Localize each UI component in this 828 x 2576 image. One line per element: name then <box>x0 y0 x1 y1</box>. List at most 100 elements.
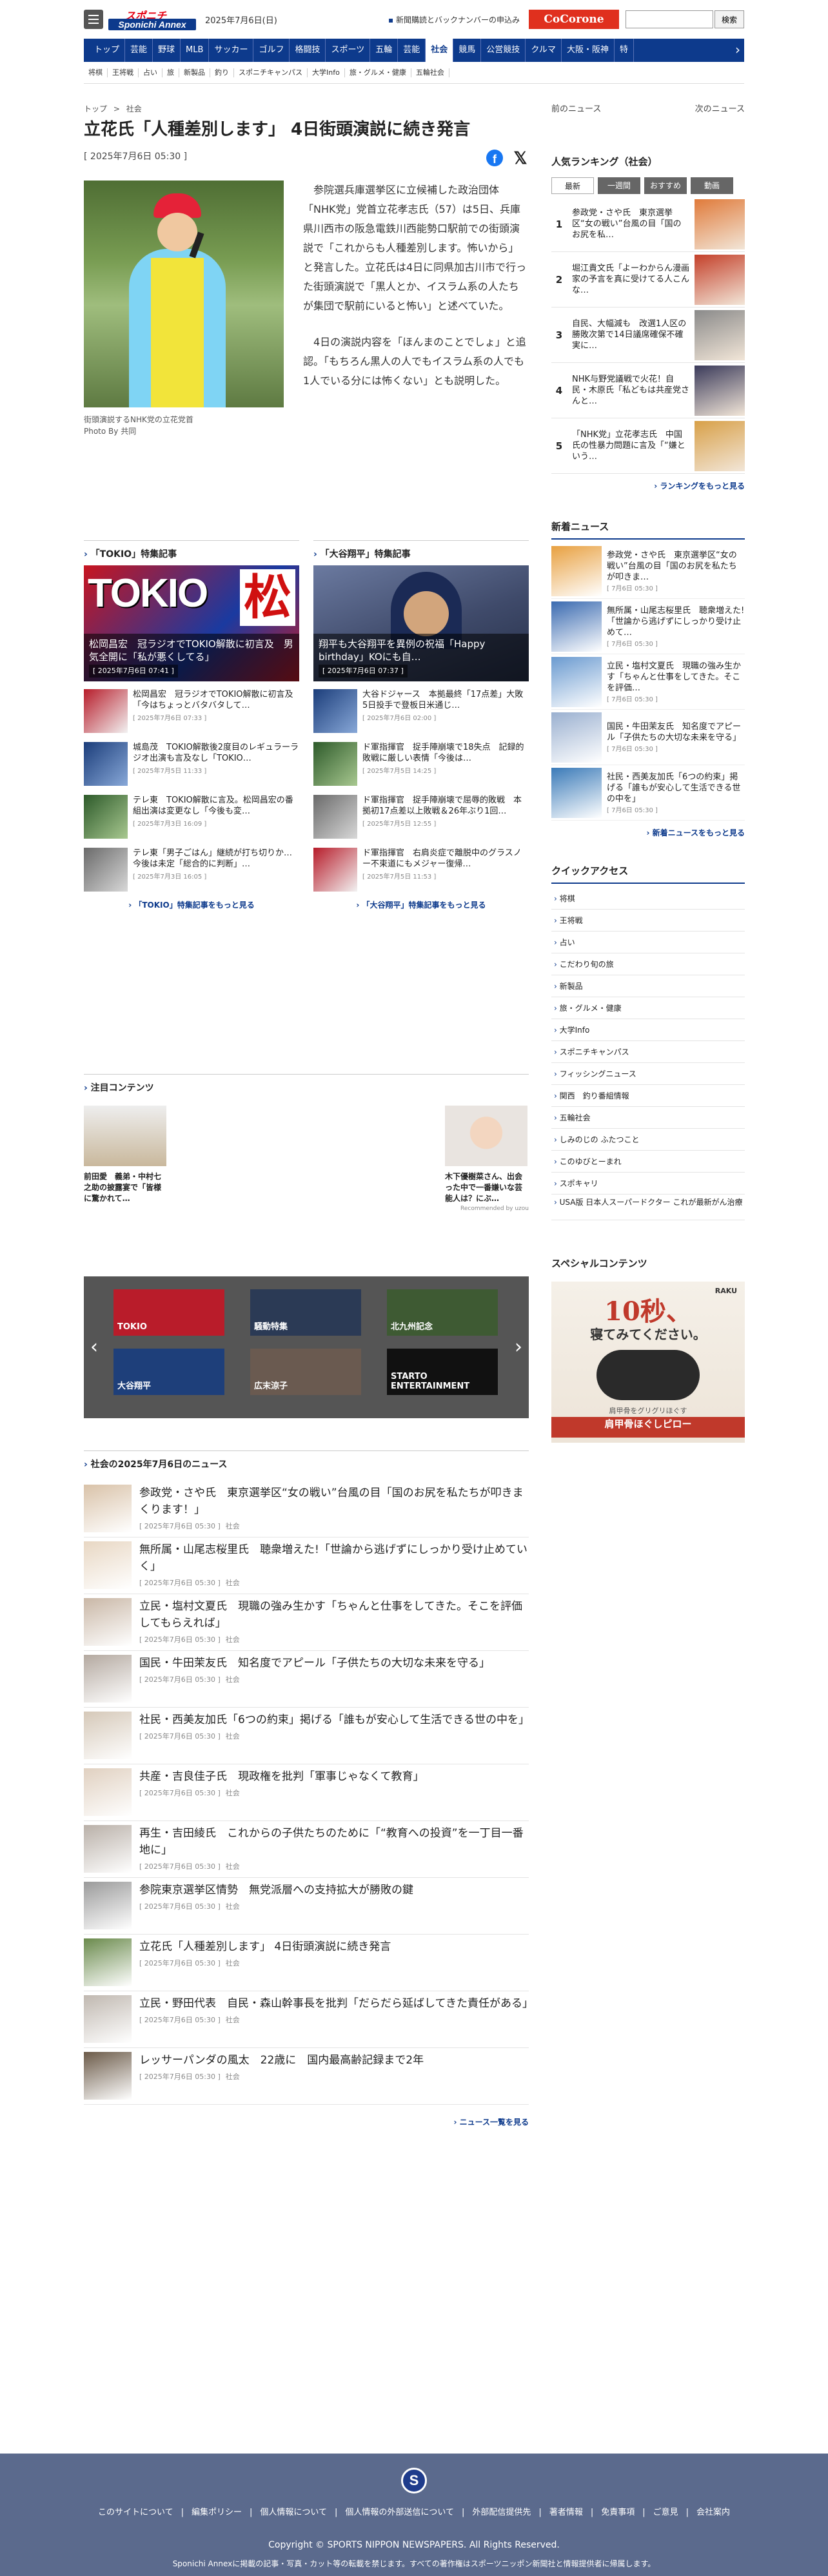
subnav-item[interactable]: 占い <box>139 68 163 77</box>
footer-link[interactable]: 外部配信提供先 <box>472 2508 531 2517</box>
subscribe-link[interactable]: 新聞購読とバックナンバーの申込み <box>388 14 520 25</box>
new-news-item[interactable]: 参政党・さや氏 東京選挙区“女の戦い”台風の目「国のお尻を私たちが叩きま… [ 7… <box>551 543 745 599</box>
news-list-link[interactable]: ニュース一覧を見る <box>84 2116 529 2127</box>
quick-access-item[interactable]: 関西 釣り番組情報 <box>551 1085 745 1107</box>
nav-item[interactable]: サッカー <box>209 39 254 62</box>
nav-item[interactable]: 社会 <box>426 39 454 62</box>
subnav-item[interactable]: 旅・グルメ・健康 <box>345 68 411 77</box>
site-logo[interactable]: スポニチ Sponichi Annex <box>108 7 196 32</box>
quick-access-item[interactable]: 五輪社会 <box>551 1107 745 1129</box>
ranking-more-link[interactable]: ランキングをもっと見る <box>551 480 745 491</box>
subnav-item[interactable]: 将棋 <box>84 68 108 77</box>
x-icon[interactable]: 𝕏 <box>512 150 529 166</box>
carousel-item[interactable]: 広末涼子 <box>250 1349 361 1395</box>
nav-item[interactable]: 特 <box>615 39 634 62</box>
footer-link[interactable]: 会社案内 <box>696 2508 730 2517</box>
section-title[interactable]: 「TOKIO」特集記事 <box>84 540 299 565</box>
carousel-item[interactable]: 大谷翔平 <box>113 1349 224 1395</box>
mini-item[interactable]: テレ東「男子ごはん」継続が打ち切りか…今後は未定「総合的に判断」… [ 2025年… <box>84 848 299 893</box>
nav-item[interactable]: クルマ <box>526 39 562 62</box>
footer-link[interactable]: 免責事項 <box>601 2508 635 2517</box>
day-news-item[interactable]: 共産・吉良佳子氏 現政権を批判「軍事じゃなくて教育」 [ 2025年7月6日 05… <box>84 1764 529 1821</box>
day-news-item[interactable]: 立民・野田代表 自民・森山幹事長を批判「だらだら延ばしてきた責任がある」 [ 20… <box>84 1991 533 2048</box>
search-input[interactable] <box>626 10 713 28</box>
next-news-link[interactable]: 次のニュース <box>695 102 745 148</box>
mini-item[interactable]: ド軍指揮官 右肩炎症で離脱中のグラスノー不束道にもメジャー復帰… [ 2025年7… <box>313 848 529 893</box>
quick-access-item[interactable]: 新製品 <box>551 975 745 997</box>
feature-card[interactable]: TOKIO 松 松岡昌宏 冠ラジオでTOKIO解散に初言及 男気全開に「私が悪く… <box>84 565 299 681</box>
day-news-item[interactable]: 参院東京選挙区情勢 無党派層への支持拡大が勝敗の鍵 [ 2025年7月6日 05:… <box>84 1878 529 1935</box>
subnav-item[interactable]: 旅 <box>163 68 179 77</box>
ranking-item[interactable]: 4 NHK与野党議戦で火花！自民・木原氏「私どもは共産党さんと… <box>551 363 745 418</box>
attention-card[interactable]: 木下優樹菜さん、出会った中で一番嫌いな芸能人は？にぶ… Recommended … <box>445 1106 529 1212</box>
carousel-item[interactable]: TOKIO <box>113 1289 224 1336</box>
more-tokio-link[interactable]: 「TOKIO」特集記事をもっと見る <box>84 899 299 910</box>
quick-access-item[interactable]: 占い <box>551 932 745 953</box>
nav-item[interactable]: トップ <box>89 39 126 62</box>
breadcrumb-top[interactable]: トップ <box>84 104 107 113</box>
ranking-item[interactable]: 1 参政党・さや氏 東京選挙区“女の戦い”台風の目「国のお尻を私… <box>551 197 745 252</box>
nav-item[interactable]: 競馬 <box>453 39 482 62</box>
ranking-item[interactable]: 3 自民、大幅減も 改選1人区の勝敗次第で14日議席確保不確実に… <box>551 307 745 363</box>
carousel-item[interactable]: STARTO ENTERTAINMENT <box>387 1349 498 1395</box>
article-photo[interactable] <box>84 181 284 407</box>
quick-access-item[interactable]: USA版 日本人スーパードクター これが最新がん治療 <box>551 1195 745 1220</box>
subnav-item[interactable]: 釣り <box>210 68 234 77</box>
tab-latest[interactable]: 最新 <box>551 177 594 194</box>
feature-card[interactable]: 翔平も大谷翔平を異例の祝福「Happy birthday」KOにも自… [ 20… <box>313 565 529 681</box>
quick-access-item[interactable]: スポキャリ <box>551 1173 745 1195</box>
footer-link[interactable]: ご意見 <box>653 2508 678 2517</box>
footer-link[interactable]: 編集ポリシー <box>192 2508 242 2517</box>
nav-item[interactable]: スポーツ <box>326 39 371 62</box>
mini-item[interactable]: 大谷ドジャース 本拠最終「17点差」大敗 5日投手で登板日米通じ… [ 2025年… <box>313 689 531 734</box>
new-news-more-link[interactable]: 新着ニュースをもっと見る <box>551 827 745 838</box>
subnav-item[interactable]: 新製品 <box>179 68 210 77</box>
footer-logo[interactable]: S <box>401 2468 427 2493</box>
hamburger-menu-icon[interactable] <box>84 10 103 29</box>
quick-access-item[interactable]: 将棋 <box>551 888 745 910</box>
day-news-item[interactable]: レッサーパンダの風太 22歳に 国内最高齢記録まで2年 [ 2025年7月6日 0… <box>84 2048 529 2105</box>
tab-video[interactable]: 動画 <box>691 177 733 194</box>
ad-banner[interactable]: RAKU 10秒、 寝てみてください。 肩甲骨をグリグリほぐす 肩甲骨ほぐしピロ… <box>551 1282 745 1443</box>
nav-item[interactable]: 芸能 <box>125 39 153 62</box>
carousel-next-icon[interactable]: › <box>515 1336 522 1358</box>
carousel-prev-icon[interactable]: ‹ <box>90 1336 98 1358</box>
nav-item[interactable]: 野球 <box>153 39 181 62</box>
carousel-item[interactable]: 騒動特集 <box>250 1289 361 1336</box>
footer-link[interactable]: 個人情報について <box>260 2508 327 2517</box>
nav-item[interactable]: 大阪・阪神 <box>562 39 615 62</box>
mini-item[interactable]: テレ東 TOKIO解散に言及。松岡昌宏の番組出演は変更なし「今後も変… [ 202… <box>84 795 299 840</box>
day-news-item[interactable]: 立花氏「人種差別します」 4日街頭演説に続き発言 [ 2025年7月6日 05:3… <box>84 1935 529 1991</box>
day-news-item[interactable]: 社民・西美友加氏「6つの約束」掲げる「誰もが安心して生活できる世の中を」 [ 20… <box>84 1708 529 1764</box>
quick-access-item[interactable]: 大学Info <box>551 1019 745 1041</box>
mini-item[interactable]: ド軍指揮官 捉手陣崩壊で屈辱的敗戦 本拠初17点差以上敗戦＆26年ぶり1回… [ … <box>313 795 529 840</box>
subnav-item[interactable]: 王将戦 <box>108 68 139 77</box>
quick-access-item[interactable]: このゆびとーまれ <box>551 1151 745 1173</box>
subnav-item[interactable]: 五輪社会 <box>411 68 449 77</box>
nav-item[interactable]: 格闘技 <box>290 39 326 62</box>
day-news-item[interactable]: 参政党・さや氏 東京選挙区“女の戦い”台風の目「国のお尻を私たちが叩きまくります… <box>84 1481 529 1537</box>
attention-card[interactable]: 前田愛 義弟・中村七之助の披露宴で「皆様に驚かれて… <box>84 1106 168 1212</box>
tab-recommend[interactable]: おすすめ <box>644 177 687 194</box>
footer-link[interactable]: このサイトについて <box>98 2508 173 2517</box>
nav-item[interactable]: ゴルフ <box>253 39 290 62</box>
carousel-item[interactable]: 北九州記念 <box>387 1289 498 1336</box>
quick-access-item[interactable]: こだわり旬の旅 <box>551 953 745 975</box>
nav-item[interactable]: 芸能 <box>398 39 426 62</box>
quick-access-item[interactable]: フィッシングニュース <box>551 1063 745 1085</box>
quick-access-item[interactable]: 旅・グルメ・健康 <box>551 997 745 1019</box>
ranking-item[interactable]: 5 「NHK党」立花孝志氏 中国氏の性暴力問題に言及「“嫌という… <box>551 418 745 474</box>
search-button[interactable]: 検索 <box>715 10 744 28</box>
subnav-item[interactable]: スポニチキャンパス <box>234 68 308 77</box>
more-ohtani-link[interactable]: 「大谷翔平」特集記事をもっと見る <box>313 899 529 910</box>
footer-link[interactable]: 著者情報 <box>549 2508 583 2517</box>
section-title[interactable]: 「大谷翔平」特集記事 <box>313 540 529 565</box>
footer-link[interactable]: 個人情報の外部送信について <box>345 2508 454 2517</box>
quick-access-item[interactable]: しみのじの ふたつこと <box>551 1129 745 1151</box>
mini-item[interactable]: 城島茂 TOKIO解散後2度目のレギュラーラジオ出演も言及なし「TOKIO… [ … <box>84 742 299 787</box>
day-news-item[interactable]: 国民・牛田茉友氏 知名度でアピール「子供たちの大切な未来を守る」 [ 2025年7… <box>84 1651 529 1708</box>
new-news-item[interactable]: 無所属・山尾志桜里氏 聴衆増えた!「世論から逃げずにしっかり受け止めて… [ 7月… <box>551 599 745 654</box>
facebook-icon[interactable]: f <box>486 150 503 166</box>
new-news-item[interactable]: 社民・西美友加氏「6つの約束」掲げる「誰もが安心して生活できる世の中を」 [ 7月… <box>551 765 745 821</box>
new-news-item[interactable]: 国民・牛田茉友氏 知名度でアピール「子供たちの大切な未来を守る」 [ 7月6日 0… <box>551 710 745 765</box>
